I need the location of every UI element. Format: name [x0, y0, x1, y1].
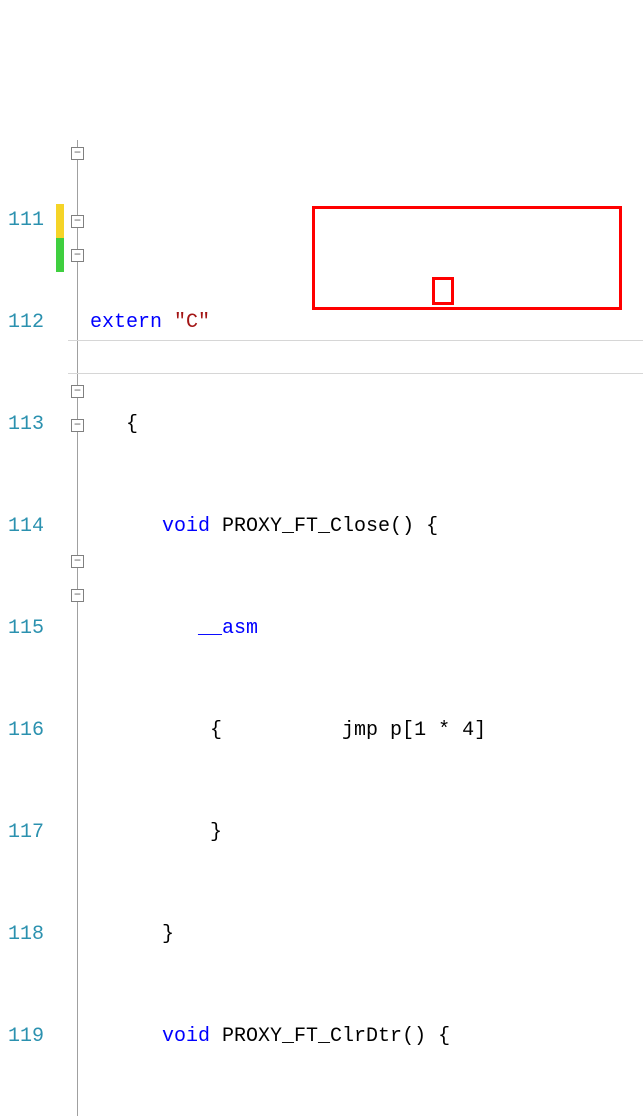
fold-toggle[interactable]: −	[71, 215, 84, 228]
line-number: 116	[0, 714, 44, 748]
line-number: 113	[0, 408, 44, 442]
fold-toggle[interactable]: −	[71, 385, 84, 398]
keyword-asm: __asm	[198, 617, 258, 640]
fold-toggle[interactable]: −	[71, 147, 84, 160]
line-number: 114	[0, 510, 44, 544]
change-marker-modified	[56, 204, 64, 238]
fold-toggle[interactable]: −	[71, 589, 84, 602]
line-number: 111	[0, 204, 44, 238]
code-line[interactable]: void PROXY_FT_Close() {	[90, 510, 643, 544]
code-line[interactable]: { jmp p[1 * 4]	[90, 714, 643, 748]
change-markers	[56, 136, 68, 1116]
fold-toggle[interactable]: −	[71, 419, 84, 432]
code-line[interactable]: }	[90, 918, 643, 952]
annotation-box-outer	[312, 206, 622, 310]
highlighted-index: 1	[414, 719, 426, 742]
fold-toggle[interactable]: −	[71, 555, 84, 568]
fold-column: − − − − − − −	[68, 136, 90, 1116]
line-number: 112	[0, 306, 44, 340]
keyword-void: void	[162, 1025, 210, 1048]
line-number: 118	[0, 918, 44, 952]
code-line[interactable]: __asm	[90, 612, 643, 646]
line-number-gutter: 111 112 113 114 115 116 117 118 119 120 …	[0, 136, 56, 1116]
code-line[interactable]: void PROXY_FT_ClrDtr() {	[90, 1020, 643, 1054]
line-number: 119	[0, 1020, 44, 1054]
code-line[interactable]: {	[90, 408, 643, 442]
string-literal: "C"	[162, 311, 210, 334]
annotation-box-inner	[432, 277, 454, 305]
fold-guide-line	[77, 140, 78, 1116]
code-line[interactable]: }	[90, 816, 643, 850]
line-number: 117	[0, 816, 44, 850]
code-line[interactable]: extern "C"	[90, 306, 643, 340]
line-number: 115	[0, 612, 44, 646]
current-line-highlight	[68, 340, 643, 374]
keyword-extern: extern	[90, 311, 162, 334]
code-editor[interactable]: 111 112 113 114 115 116 117 118 119 120 …	[0, 136, 643, 1116]
fold-toggle[interactable]: −	[71, 249, 84, 262]
keyword-void: void	[162, 515, 210, 538]
change-marker-saved	[56, 238, 64, 272]
code-area[interactable]: extern "C" { void PROXY_FT_Close() { __a…	[90, 136, 643, 1116]
